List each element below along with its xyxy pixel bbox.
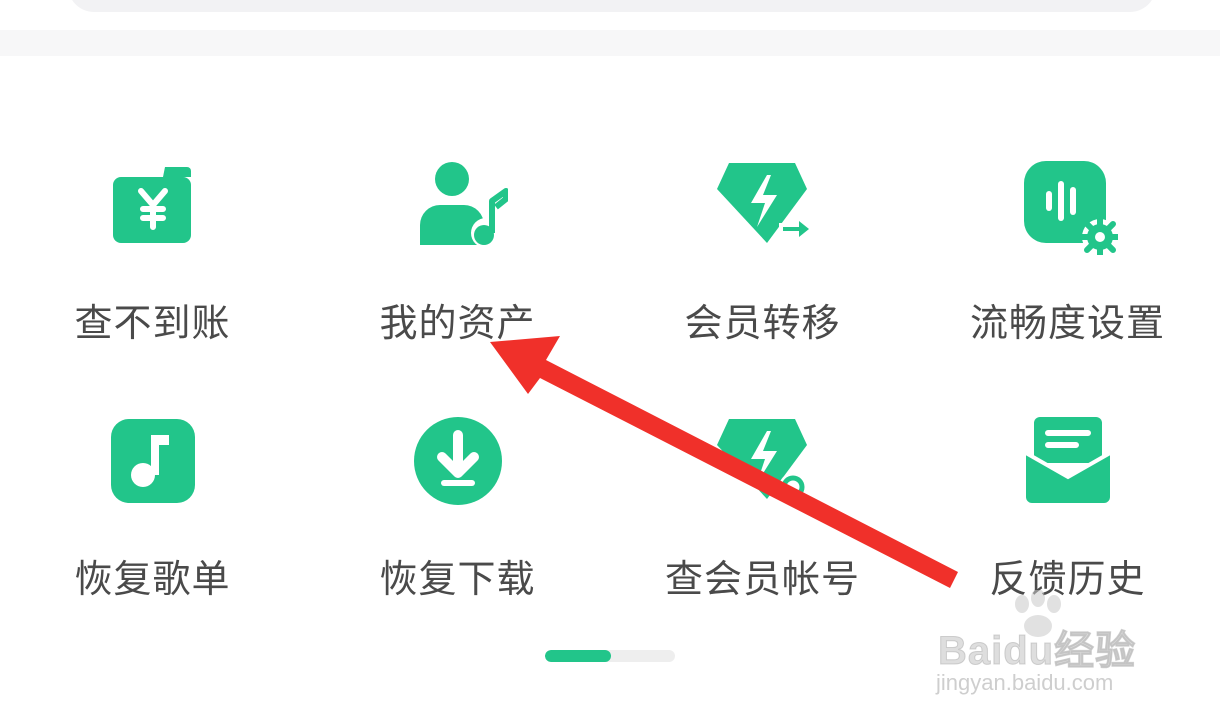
- page-indicator: [545, 650, 675, 662]
- grid-item-restore-download[interactable]: 恢复下载: [305, 396, 610, 616]
- grid-item-missing-payment[interactable]: 查不到账: [0, 140, 305, 360]
- music-note-icon: [98, 406, 208, 516]
- grid-item-smoothness-settings[interactable]: 流畅度设置: [915, 140, 1220, 360]
- download-icon: [403, 406, 513, 516]
- grid-item-membership-transfer[interactable]: 会员转移: [610, 140, 915, 360]
- wallet-yuan-icon: [98, 150, 208, 260]
- baidu-jingyan-watermark: Baidu经验 jingyan.baidu.com: [930, 590, 1170, 700]
- service-grid: 查不到账 我的资产 会员转移 流畅度设置 恢复歌单 恢复下载 查会员帐号 反馈历…: [0, 140, 1220, 601]
- watermark-url: jingyan.baidu.com: [936, 670, 1114, 695]
- watermark-brand: Baidu经验: [937, 629, 1137, 674]
- grid-item-restore-playlist[interactable]: 恢复歌单: [0, 396, 305, 616]
- section-divider: [0, 30, 1220, 56]
- grid-item-label: 会员转移: [684, 301, 841, 345]
- grid-item-label: 查会员帐号: [664, 557, 860, 601]
- grid-item-label: 流畅度设置: [969, 301, 1165, 345]
- user-music-icon: [403, 150, 513, 260]
- grid-item-label: 恢复歌单: [74, 557, 231, 601]
- page-indicator-active: [545, 650, 611, 662]
- grid-item-check-member-account[interactable]: 查会员帐号: [610, 396, 915, 616]
- audio-settings-icon: [1013, 150, 1123, 260]
- grid-item-feedback-history[interactable]: 反馈历史: [915, 396, 1220, 616]
- app-screen: 查不到账 我的资产 会员转移 流畅度设置 恢复歌单 恢复下载 查会员帐号 反馈历…: [0, 0, 1220, 723]
- grid-item-label: 查不到账: [74, 301, 231, 345]
- grid-item-label: 恢复下载: [379, 557, 536, 601]
- diamond-search-icon: [708, 406, 818, 516]
- grid-item-label: 我的资产: [379, 301, 536, 345]
- search-bar-bottom-edge: [68, 0, 1156, 12]
- diamond-transfer-icon: [708, 150, 818, 260]
- mail-icon: [1013, 406, 1123, 516]
- grid-item-my-assets[interactable]: 我的资产: [305, 140, 610, 360]
